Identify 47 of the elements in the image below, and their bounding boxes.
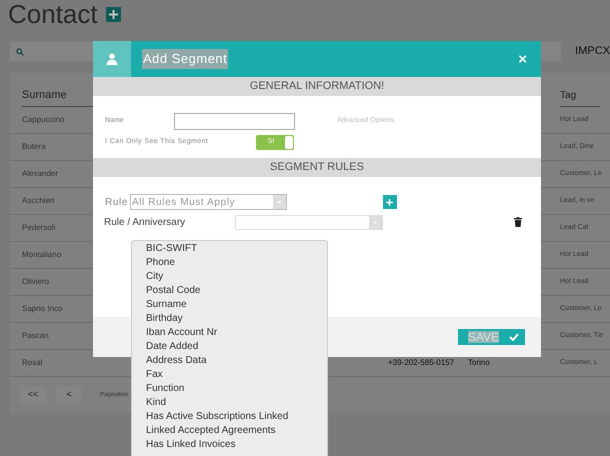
plus-icon [108, 10, 118, 18]
table-cell: Saprio Inco [22, 303, 62, 315]
dropdown-option[interactable]: Fax [146, 368, 327, 382]
trash-icon[interactable] [514, 217, 522, 227]
table-cell-text: +39-202-585-0157 [388, 357, 456, 369]
dropdown-option[interactable]: Kind [146, 396, 327, 410]
dropdown-option[interactable]: Surname [146, 298, 327, 312]
table-cell: Montaliano [22, 249, 62, 261]
dropdown-option[interactable]: Postal Code [146, 284, 327, 298]
pagination-button[interactable]: < [56, 387, 82, 403]
user-icon [106, 53, 118, 65]
section-header: SEGMENT RULES [93, 158, 541, 177]
add-rule-button[interactable] [382, 195, 397, 209]
dropdown-option[interactable]: Address Data [146, 354, 327, 368]
dropdown-option[interactable]: Has Linked Invoices [146, 438, 327, 452]
field-label: Rule / Anniversary [104, 216, 186, 230]
checkmark-icon [509, 333, 519, 341]
rule-field-select[interactable] [235, 214, 383, 230]
dropdown-option[interactable]: Function [146, 382, 327, 396]
dropdown-option[interactable]: Linked Accepted Agreements [146, 424, 327, 438]
field-label: Rule [105, 196, 128, 210]
table-cell: Butera [22, 141, 46, 153]
table-cell: Oliviero [22, 276, 50, 288]
table-cell: Ascchieri [22, 195, 54, 207]
modal-title: Add Segment [142, 49, 228, 69]
dropdown-option[interactable]: Birthday [146, 312, 327, 326]
dropdown-option[interactable]: Phone [146, 256, 327, 270]
add-contact-button[interactable] [106, 6, 121, 22]
column-header: Tag [560, 88, 600, 107]
plus-icon [386, 198, 394, 206]
dropdown-option[interactable]: Has Active Subscriptions Linked [146, 410, 327, 424]
table-cell: Torino [468, 357, 490, 369]
page-title: Contact [8, 1, 98, 27]
table-cell: Pedersoli [22, 222, 56, 234]
table-cell: Cappuccino [22, 114, 64, 126]
account-label: IMPCX [575, 44, 610, 60]
dropdown-option[interactable]: Date Added [146, 340, 327, 354]
table-cell: Pascan [22, 330, 49, 342]
pagination-button[interactable]: << [20, 387, 46, 403]
section-header: GENERAL INFORMATION! [93, 77, 541, 96]
table-cell: Alexander [22, 168, 58, 180]
dropdown-option[interactable]: Iban Account Nr [146, 326, 327, 340]
dropdown-option[interactable]: City [146, 270, 327, 284]
table-cell: Rosal [22, 357, 42, 369]
search-icon [16, 48, 24, 56]
dropdown-option[interactable]: BIC-SWIFT [146, 242, 327, 256]
name-input[interactable] [174, 113, 295, 130]
